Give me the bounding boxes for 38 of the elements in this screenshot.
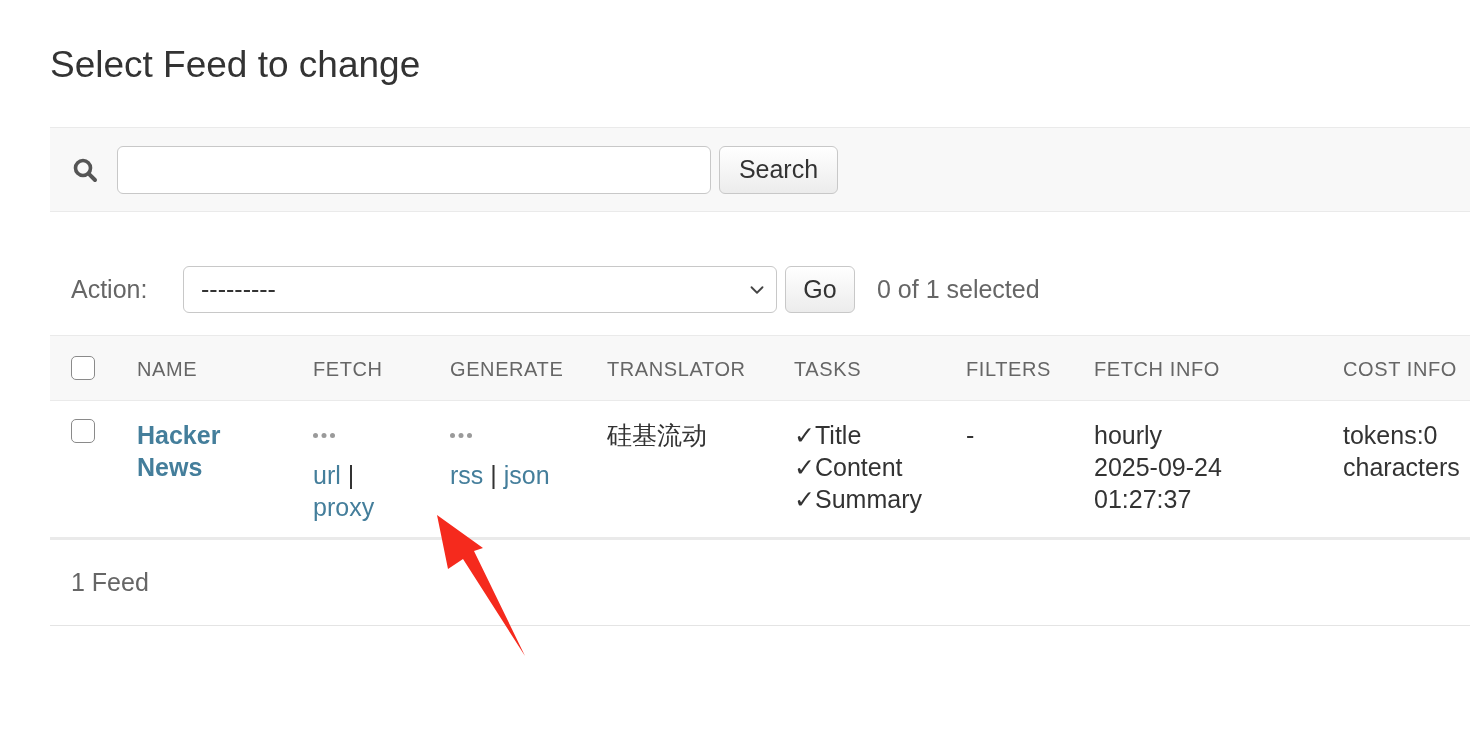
translator-text: 硅基流动 (607, 421, 707, 449)
column-header: TASKS (794, 358, 862, 380)
link-separator: | (490, 461, 497, 489)
link-separator: | (347, 461, 355, 489)
ellipsis-icon[interactable] (450, 432, 472, 438)
link[interactable]: rss (450, 461, 484, 489)
row-checkbox[interactable] (71, 419, 95, 443)
search-field[interactable] (117, 145, 711, 194)
ellipsis-icon[interactable] (313, 432, 335, 438)
link[interactable]: proxy (313, 493, 375, 521)
search-icon (72, 156, 98, 183)
page-title: Select Feed to change (50, 43, 421, 87)
column-header: NAME (137, 358, 198, 380)
link[interactable]: url (313, 461, 341, 489)
column-header: GENERATE (450, 358, 564, 380)
fetch-info-text: hourly (1094, 420, 1163, 451)
result-count: 1 Feed (71, 566, 149, 598)
column-header: FILTERS (966, 358, 1051, 380)
column-header: FETCH (313, 358, 383, 380)
task-item: ✓Title (794, 420, 862, 451)
select-all-checkbox[interactable] (71, 356, 95, 380)
task-item: ✓Summary (794, 484, 922, 515)
cost-info-text: characters (1343, 452, 1460, 483)
fetch-info-text: 2025-09-24 (1094, 452, 1222, 483)
filter-text: - (966, 421, 975, 449)
selection-count: 0 of 1 selected (877, 273, 1040, 305)
feed-name-link[interactable]: Hacker News (137, 419, 237, 483)
fetch-info-text: 01:27:37 (1094, 484, 1192, 515)
task-item: ✓Content (794, 452, 903, 483)
go-button[interactable]: Go (785, 266, 855, 313)
action-label: Action: (71, 273, 149, 305)
action-select[interactable]: --------- (183, 266, 777, 313)
cost-info-text: tokens:0 (1343, 420, 1438, 451)
column-header: TRANSLATOR (607, 358, 746, 380)
column-header: COST INFO (1343, 358, 1457, 380)
link[interactable]: json (503, 461, 550, 489)
column-header: FETCH INFO (1094, 358, 1220, 380)
search-button[interactable]: Search (719, 145, 838, 194)
